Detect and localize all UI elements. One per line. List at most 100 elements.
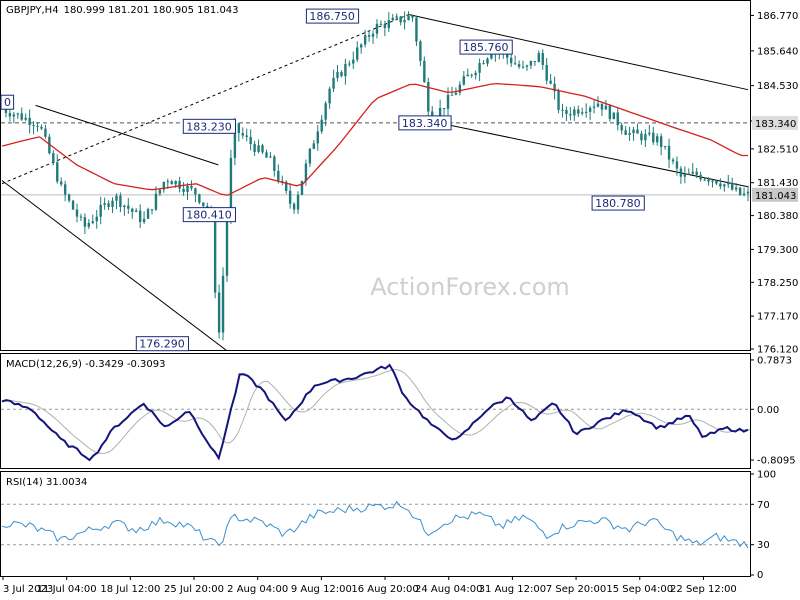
- candle-body: [545, 64, 548, 81]
- candle-body: [478, 63, 481, 73]
- candle-body: [67, 194, 71, 201]
- candle-body: [344, 63, 347, 77]
- candle-body: [517, 64, 521, 67]
- candle-body: [652, 132, 655, 143]
- price-annotation-label: 186.750: [309, 10, 355, 23]
- candle-body: [675, 161, 679, 169]
- candle-body: [8, 112, 12, 117]
- time-tick-label: 31 Aug 12:00: [479, 584, 546, 595]
- candle-body: [423, 60, 426, 83]
- candle-body: [265, 152, 268, 158]
- candle-body: [336, 72, 339, 78]
- candle-body: [707, 179, 710, 182]
- price-annotation-label: 180.410: [186, 209, 232, 222]
- candle-body: [111, 200, 114, 207]
- candle-body: [340, 72, 343, 77]
- candle-body: [190, 185, 193, 189]
- candle-body: [328, 88, 331, 104]
- candle-body: [450, 94, 454, 96]
- candle-body: [277, 170, 280, 181]
- candle-body: [727, 183, 730, 185]
- candle-body: [91, 221, 94, 224]
- candle-body: [734, 187, 738, 190]
- candle-body: [695, 171, 698, 175]
- candle-body: [75, 209, 79, 217]
- price-tick-label: 184.530: [757, 81, 798, 92]
- candle-body: [12, 114, 16, 117]
- macd-tick-label: 0.00: [757, 405, 779, 416]
- candle-body: [36, 125, 39, 127]
- candle-body: [213, 215, 217, 293]
- candle-body: [63, 184, 67, 195]
- candle-body: [683, 173, 687, 177]
- candle-body: [158, 189, 162, 194]
- candle-body: [257, 145, 260, 152]
- time-tick-label: 15 Sep 04:00: [606, 584, 673, 595]
- candle-body: [596, 103, 600, 107]
- candle-body: [375, 23, 379, 34]
- time-tick-label: 9 Aug 12:00: [291, 584, 352, 595]
- candle-body: [245, 135, 248, 137]
- candle-body: [446, 94, 450, 109]
- candle-body: [687, 173, 690, 175]
- candle-body: [415, 17, 418, 42]
- price-tick-label: 181.430: [757, 178, 798, 189]
- candle-body: [458, 84, 462, 93]
- candle-body: [663, 146, 667, 148]
- candle-body: [83, 217, 87, 227]
- candle-body: [71, 200, 75, 210]
- candle-body: [624, 130, 627, 135]
- candle-body: [407, 15, 410, 21]
- candle-body: [95, 216, 98, 222]
- candle-body: [600, 103, 604, 110]
- candle-body: [679, 168, 683, 177]
- price-tick-label: 177.170: [757, 312, 798, 323]
- candle-body: [529, 61, 533, 66]
- candle-body: [604, 105, 608, 110]
- candle-body: [671, 159, 675, 162]
- candle-body: [379, 23, 383, 25]
- candle-body: [719, 183, 722, 187]
- candle-body: [659, 136, 663, 148]
- candle-body: [44, 128, 47, 137]
- rsi-tick-label: 0: [757, 570, 763, 581]
- candle-body: [186, 185, 189, 192]
- candle-body: [202, 202, 205, 206]
- candle-body: [616, 112, 619, 126]
- time-tick-label: 24 Aug 04:00: [415, 584, 482, 595]
- candle-body: [316, 131, 319, 144]
- candle-body: [525, 65, 529, 67]
- candle-body: [383, 24, 387, 29]
- candle-body: [79, 216, 83, 218]
- price-annotation-label: 185.760: [463, 41, 509, 54]
- candle-body: [640, 133, 643, 141]
- candle-body: [356, 47, 359, 60]
- candle-body: [352, 59, 355, 64]
- candle-body: [691, 171, 694, 174]
- candle-body: [170, 181, 173, 185]
- candle-body: [723, 184, 726, 187]
- price-tick-label: 179.300: [757, 245, 798, 256]
- watermark: ActionForex.com: [370, 273, 570, 301]
- gbpjpy-chart: ActionForex.com 186.770 185.640 184.530 183…: [0, 0, 800, 600]
- candle-body: [115, 195, 118, 201]
- time-tick-label: 25 Jul 20:00: [164, 584, 224, 595]
- candle-body: [332, 77, 335, 89]
- candle-body: [711, 180, 714, 182]
- candle-body: [16, 113, 19, 115]
- price-annotation-label: 0: [4, 96, 11, 109]
- price-tick-label: 185.640: [757, 46, 798, 57]
- candle-body: [198, 194, 201, 203]
- candle-body: [588, 107, 592, 112]
- candle-body: [608, 105, 612, 120]
- candle-body: [312, 143, 316, 149]
- candle-body: [454, 92, 458, 95]
- candle-body: [509, 57, 513, 64]
- candle-body: [470, 74, 473, 76]
- candle-body: [28, 117, 31, 126]
- candle-body: [174, 181, 177, 185]
- candle-body: [715, 180, 718, 184]
- time-tick-label: 2 Aug 04:00: [227, 584, 288, 595]
- candle-body: [636, 129, 639, 134]
- candle-body: [565, 109, 568, 115]
